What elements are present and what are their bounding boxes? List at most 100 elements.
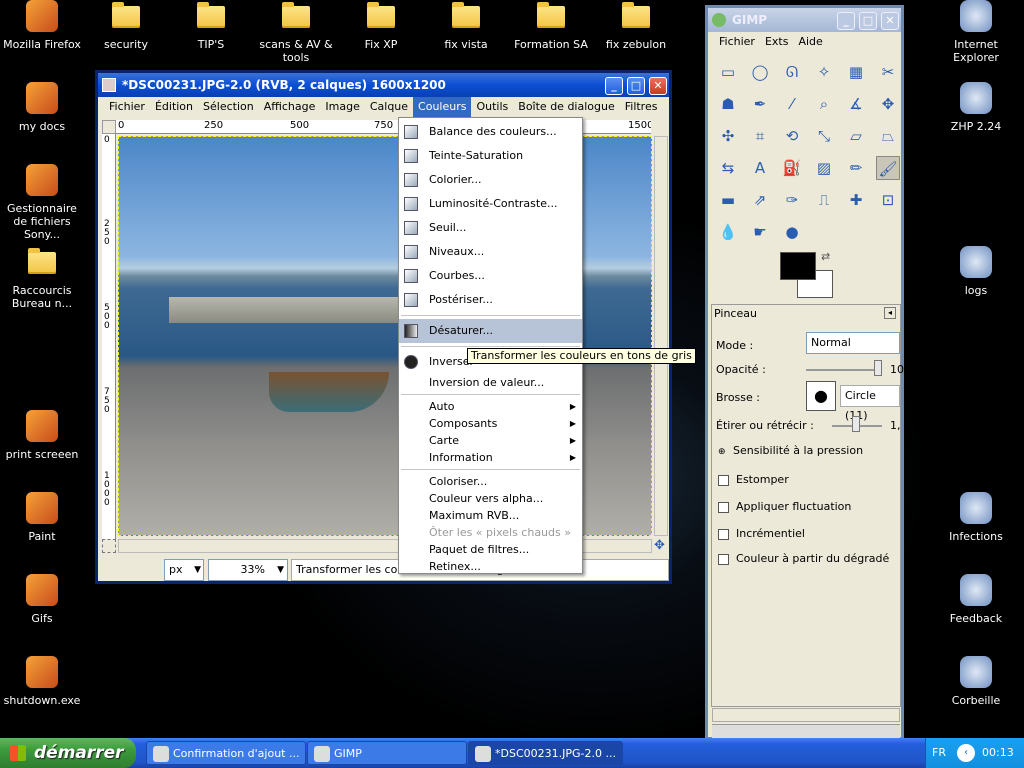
- desktop-icon[interactable]: Feedback: [934, 574, 1018, 625]
- image-window-titlebar[interactable]: *DSC00231.JPG-2.0 (RVB, 2 calques) 1600x…: [98, 73, 669, 97]
- couleurs-menu-item[interactable]: Maximum RVB...: [399, 507, 582, 524]
- minimize-button[interactable]: _: [837, 12, 855, 30]
- desktop-icon[interactable]: my docs: [0, 82, 84, 133]
- couleurs-menu-item[interactable]: Retinex...: [399, 558, 582, 575]
- couleurs-menu-item[interactable]: Courbes...: [399, 264, 582, 288]
- menu-4[interactable]: Image: [320, 97, 364, 117]
- desktop-folder[interactable]: scans & AV & tools: [254, 0, 338, 64]
- desktop-icon[interactable]: Gifs: [0, 574, 84, 625]
- blur-icon[interactable]: 💧: [716, 220, 740, 244]
- unit-select[interactable]: px ▼: [164, 559, 204, 581]
- toolbox-menu-1[interactable]: Exts: [760, 32, 794, 52]
- pressure-expander[interactable]: ⊕ Sensibilité à la pression: [718, 444, 863, 457]
- couleurs-menu-item[interactable]: Niveaux...: [399, 240, 582, 264]
- couleurs-menu-item[interactable]: Teinte-Saturation: [399, 144, 582, 168]
- maximize-button[interactable]: □: [859, 12, 877, 30]
- menu-0[interactable]: Fichier: [104, 97, 150, 117]
- ink-icon[interactable]: ✑: [780, 188, 804, 212]
- desktop-icon[interactable]: Gestionnaire de fichiers Sony...: [0, 164, 84, 241]
- paths-icon[interactable]: ✒: [748, 92, 772, 116]
- menu-3[interactable]: Affichage: [259, 97, 321, 117]
- eraser-icon[interactable]: ▬: [716, 188, 740, 212]
- couleurs-menu-item[interactable]: Seuil...: [399, 216, 582, 240]
- submenu-item[interactable]: Information ▶: [399, 449, 582, 466]
- checkbox[interactable]: [718, 474, 729, 486]
- tray-arrow-icon[interactable]: ‹: [957, 744, 975, 762]
- toolbox-scrollbar[interactable]: [712, 708, 900, 722]
- rotate-icon[interactable]: ⟲: [780, 124, 804, 148]
- taskbar-button[interactable]: Confirmation d'ajout ...: [146, 741, 306, 765]
- vertical-scrollbar[interactable]: [654, 136, 668, 536]
- opacity-slider-handle[interactable]: [874, 360, 882, 376]
- start-button[interactable]: démarrer: [0, 738, 136, 768]
- smudge-icon[interactable]: ☛: [748, 220, 772, 244]
- minimize-button[interactable]: _: [605, 77, 623, 95]
- zoom-icon[interactable]: ⌕: [812, 92, 836, 116]
- close-button[interactable]: ✕: [881, 12, 899, 30]
- scale-value[interactable]: 1,: [890, 419, 901, 432]
- option-checkbox-row[interactable]: Estomper: [718, 473, 789, 486]
- move-icon[interactable]: ✥: [876, 92, 900, 116]
- desktop-icon[interactable]: Internet Explorer: [934, 0, 1018, 64]
- scissors-icon[interactable]: ✂: [876, 60, 900, 84]
- fuzzy-select-icon[interactable]: ✧: [812, 60, 836, 84]
- desktop-icon[interactable]: ZHP 2.24: [934, 82, 1018, 133]
- desktop-folder[interactable]: Formation SA: [509, 0, 593, 51]
- scale-icon[interactable]: ⤡: [812, 124, 836, 148]
- dodge-burn-icon[interactable]: ●: [780, 220, 804, 244]
- couleurs-menu-item[interactable]: Paquet de filtres...: [399, 541, 582, 558]
- opacity-slider[interactable]: [806, 369, 876, 371]
- desaturate-menu-item[interactable]: Désaturer...: [399, 319, 582, 343]
- language-indicator[interactable]: FR: [932, 746, 946, 759]
- checkbox[interactable]: [718, 501, 729, 513]
- foreground-select-icon[interactable]: ☗: [716, 92, 740, 116]
- desktop-folder[interactable]: fix zebulon: [594, 0, 678, 51]
- couleurs-menu-item[interactable]: Balance des couleurs...: [399, 120, 582, 144]
- desktop-folder[interactable]: security: [84, 0, 168, 51]
- option-checkbox-row[interactable]: Couleur à partir du dégradé: [718, 552, 889, 565]
- configure-tab-icon[interactable]: ◂: [884, 307, 896, 319]
- submenu-item[interactable]: Carte ▶: [399, 432, 582, 449]
- desktop-folder[interactable]: Fix XP: [339, 0, 423, 51]
- color-select-icon[interactable]: ▦: [844, 60, 868, 84]
- desktop-folder[interactable]: TIP'S: [169, 0, 253, 51]
- menu-8[interactable]: Boîte de dialogue: [513, 97, 619, 117]
- couleurs-menu-item[interactable]: Coloriser...: [399, 473, 582, 490]
- align-icon[interactable]: ✣: [716, 124, 740, 148]
- paintbrush-icon[interactable]: 🖌: [876, 156, 900, 180]
- toolbox-menu-0[interactable]: Fichier: [714, 32, 760, 52]
- desktop-icon[interactable]: Paint: [0, 492, 84, 543]
- vertical-ruler[interactable]: 0 2 5 0 5 0 0 7 5 0 1 0 0 0: [102, 134, 116, 539]
- airbrush-icon[interactable]: ⇗: [748, 188, 772, 212]
- couleurs-menu-item[interactable]: Postériser...: [399, 288, 582, 312]
- option-checkbox-row[interactable]: Appliquer fluctuation: [718, 500, 851, 513]
- option-checkbox-row[interactable]: Incrémentiel: [718, 527, 805, 540]
- menu-7[interactable]: Outils: [471, 97, 513, 117]
- checkbox[interactable]: [718, 553, 729, 565]
- blend-icon[interactable]: ▨: [812, 156, 836, 180]
- taskbar-button[interactable]: *DSC00231.JPG-2.0 ...: [468, 741, 623, 765]
- toolbox-menu-2[interactable]: Aide: [793, 32, 827, 52]
- lasso-icon[interactable]: ᘏ: [780, 60, 804, 84]
- foreground-color-swatch[interactable]: [780, 252, 816, 280]
- shear-icon[interactable]: ▱: [844, 124, 868, 148]
- desktop-icon[interactable]: Infections: [934, 492, 1018, 543]
- pencil-icon[interactable]: ✏: [844, 156, 868, 180]
- checkbox[interactable]: [718, 528, 729, 540]
- color-picker-icon[interactable]: ⁄: [780, 92, 804, 116]
- submenu-item[interactable]: Auto ▶: [399, 398, 582, 415]
- flip-icon[interactable]: ⇆: [716, 156, 740, 180]
- ruler-corner[interactable]: [102, 120, 116, 134]
- couleurs-menu-item[interactable]: Luminosité-Contraste...: [399, 192, 582, 216]
- brush-preview[interactable]: ●: [806, 381, 836, 411]
- desktop-icon[interactable]: Corbeille: [934, 656, 1018, 707]
- menu-5[interactable]: Calque: [365, 97, 413, 117]
- mode-select[interactable]: Normal: [806, 332, 900, 354]
- ellipse-select-icon[interactable]: ◯: [748, 60, 772, 84]
- perspective-clone-icon[interactable]: ⊡: [876, 188, 900, 212]
- heal-icon[interactable]: ✚: [844, 188, 868, 212]
- quick-mask-icon[interactable]: [102, 539, 116, 553]
- maximize-button[interactable]: □: [627, 77, 645, 95]
- couleurs-menu-item[interactable]: Colorier...: [399, 168, 582, 192]
- desktop-icon[interactable]: print screeen: [0, 410, 84, 461]
